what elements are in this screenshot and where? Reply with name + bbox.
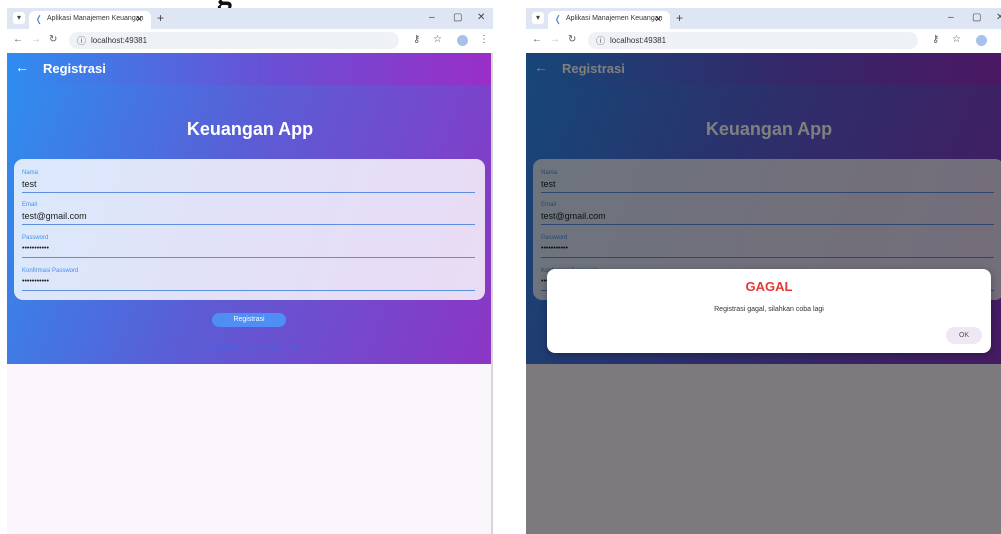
back-arrow-icon[interactable]: ← [13,34,23,45]
error-dialog: GAGAL Registrasi gagal, silahkan coba la… [547,269,991,353]
name-field-underline [22,192,475,193]
browser-tab[interactable]: ❬ Aplikasi Manajemen Keuangan ✕ [29,11,151,29]
screenshot-after: ▾ ❬ Aplikasi Manajemen Keuangan ✕ + – ▢ … [526,0,1001,534]
site-info-icon[interactable]: ⓘ [596,34,605,47]
password-field-label: Password [22,235,49,241]
address-bar[interactable]: ⓘ localhost:49381 [69,32,399,49]
flutter-favicon-icon: ❬ [35,14,43,24]
register-button[interactable]: Registrasi [212,313,286,327]
browser-tab[interactable]: ❬ Aplikasi Manajemen Keuangan ✕ [548,11,670,29]
email-field-value: test@gmail.com [22,211,87,221]
registration-form-card: Nama test Email test@gmail.com Password … [14,159,485,300]
screenshot-before: g ▾ ❬ Aplikasi Manajemen Keuangan ✕ + – … [7,0,493,534]
forward-arrow-icon[interactable]: → [31,34,41,45]
dialog-ok-button[interactable]: OK [946,327,982,344]
address-url: localhost:49381 [91,36,148,45]
address-bar-row: ← → ↻ ⓘ localhost:49381 ⚷ ☆ ⋮ [7,29,493,54]
name-field-label: Nama [22,170,39,176]
login-link[interactable]: Sudah punya akun? Login di sini [7,345,493,352]
forward-arrow-icon[interactable]: → [550,34,560,45]
bookmark-star-icon[interactable]: ☆ [952,34,961,45]
profile-avatar-icon[interactable] [457,35,468,46]
confirm-password-field-value: ••••••••••• [22,278,49,285]
email-field-underline [22,224,475,225]
dialog-title: GAGAL [745,279,793,294]
minimize-icon[interactable]: – [948,12,954,23]
restore-icon[interactable]: ▢ [453,12,462,23]
email-field-label: Email [22,202,38,208]
restore-icon[interactable]: ▢ [972,12,981,23]
scrollbar[interactable] [491,53,493,534]
new-tab-icon[interactable]: + [157,11,164,25]
dialog-message: Registrasi gagal, silahkan coba lagi [714,306,824,313]
minimize-icon[interactable]: – [429,12,435,23]
window-close-icon[interactable]: ✕ [996,12,1001,23]
tab-search-icon[interactable]: ▾ [13,12,25,24]
tab-title: Aplikasi Manajemen Keuangan [566,15,663,22]
appbar-title: Registrasi [43,61,106,76]
tab-title: Aplikasi Manajemen Keuangan [47,15,144,22]
gradient-background: ← Registrasi Keuangan App Nama test Emai… [7,53,493,364]
site-info-icon[interactable]: ⓘ [77,34,86,47]
address-bar-row: ← → ↻ ⓘ localhost:49381 ⚷ ☆ ⋮ [526,29,1001,54]
tab-close-icon[interactable]: ✕ [135,14,143,25]
flutter-favicon-icon: ❬ [554,14,562,24]
appbar-back-icon[interactable]: ← [15,59,29,75]
password-key-icon[interactable]: ⚷ [932,34,939,45]
confirm-password-field-underline [22,290,475,291]
window-close-icon[interactable]: ✕ [477,12,485,23]
app-title: Keuangan App [186,119,314,139]
back-arrow-icon[interactable]: ← [532,34,542,45]
tab-search-icon[interactable]: ▾ [532,12,544,24]
address-bar[interactable]: ⓘ localhost:49381 [588,32,918,49]
reload-icon[interactable]: ↻ [49,34,57,45]
app-bar: ← Registrasi [7,53,493,85]
tab-strip: ▾ ❬ Aplikasi Manajemen Keuangan ✕ + – ▢ … [526,8,1001,29]
bookmark-star-icon[interactable]: ☆ [433,34,442,45]
app-viewport: ← Registrasi Keuangan App Nama test Emai… [526,53,1001,534]
name-field-value: test [22,179,37,189]
tab-close-icon[interactable]: ✕ [654,14,662,25]
reload-icon[interactable]: ↻ [568,34,576,45]
password-key-icon[interactable]: ⚷ [413,34,420,45]
profile-avatar-icon[interactable] [976,35,987,46]
menu-dots-icon[interactable]: ⋮ [479,34,489,45]
password-field-value: ••••••••••• [22,245,49,252]
new-tab-icon[interactable]: + [676,11,683,25]
app-viewport: ← Registrasi Keuangan App Nama test Emai… [7,53,493,534]
address-url: localhost:49381 [610,36,667,45]
confirm-password-field-label: Konfirmasi Password [22,268,79,274]
password-field-underline [22,257,475,258]
tab-strip: ▾ ❬ Aplikasi Manajemen Keuangan ✕ + – ▢ … [7,8,493,29]
